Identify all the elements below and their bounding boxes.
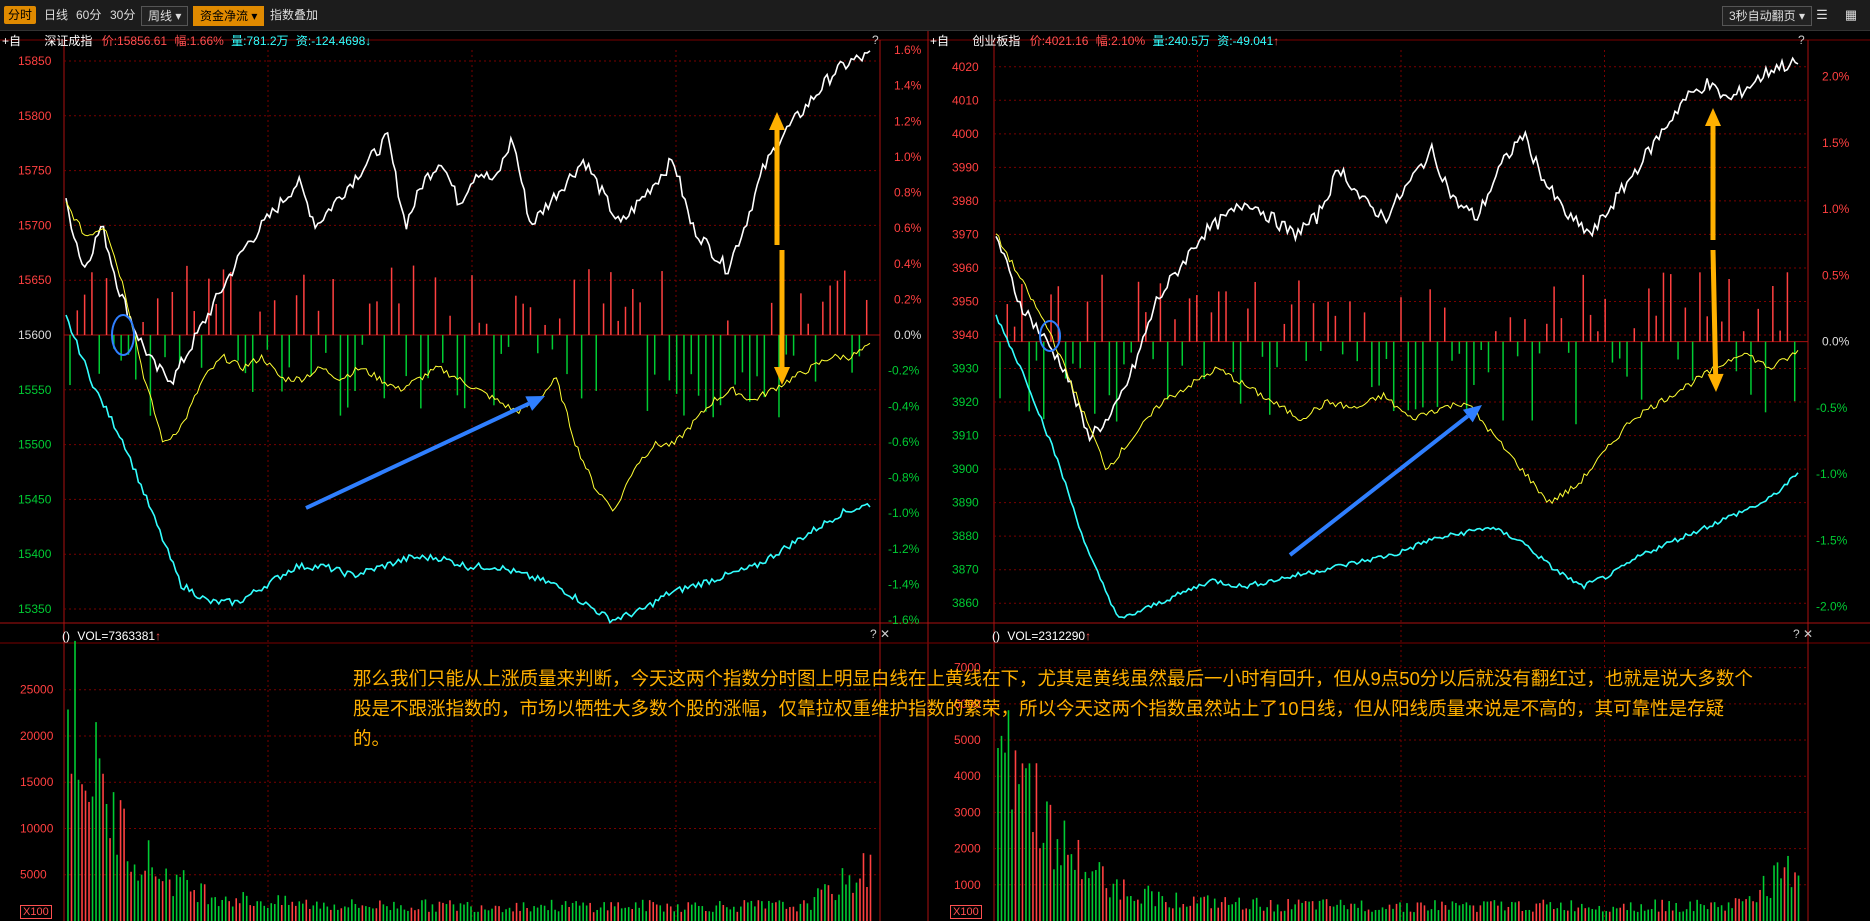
left-price: 价:15856.61	[101, 34, 168, 48]
right-vol-close-icon[interactable]: ? ✕	[1793, 627, 1813, 641]
left-help-icon[interactable]: ?	[872, 33, 879, 47]
right-vol-paren: ()	[992, 629, 1000, 643]
y-tick-label: 15600	[18, 328, 52, 342]
y-tick-label: 3980	[952, 194, 979, 208]
y-tick-label: 3870	[952, 563, 979, 577]
left-header: +自 深证成指 价:15856.61 幅:1.66% 量:781.2万 资:-1…	[2, 32, 371, 50]
pct-tick-label: 2.0%	[1822, 70, 1850, 84]
pct-tick-label: -0.2%	[888, 364, 920, 378]
pct-tick-label: -2.0%	[1816, 600, 1848, 614]
vol-tick-label: 20000	[20, 729, 54, 743]
pct-tick-label: 0.6%	[894, 221, 922, 235]
right-fund-arrow: ↑	[1273, 34, 1280, 48]
pct-tick-label: -1.5%	[1816, 533, 1848, 547]
y-tick-label: 15650	[18, 273, 52, 287]
y-tick-label: 15750	[18, 164, 52, 178]
y-tick-label: 3900	[952, 462, 979, 476]
left-vol-close-icon[interactable]: ? ✕	[870, 627, 890, 641]
y-tick-label: 3910	[952, 429, 979, 443]
annotation-text: 那么我们只能从上涨质量来判断，今天这两个指数分时图上明显白线在上黄线在下，尤其是…	[353, 668, 1753, 749]
left-change: 幅:1.66%	[174, 34, 224, 48]
vol-tick-label: 2000	[954, 842, 981, 856]
y-tick-label: 15850	[18, 54, 52, 68]
right-orange-arrow-down	[1710, 249, 1719, 375]
pct-tick-label: -0.8%	[888, 471, 920, 485]
pct-tick-label: -0.4%	[888, 399, 920, 413]
pct-tick-label: -1.4%	[888, 577, 920, 591]
vol-tick-label: 3000	[954, 805, 981, 819]
y-tick-label: 3930	[952, 362, 979, 376]
y-tick-label: 15700	[18, 218, 52, 232]
right-price: 价:4021.16	[1029, 34, 1089, 48]
right-index-name: 创业板指	[972, 34, 1021, 48]
y-tick-label: 15550	[18, 383, 52, 397]
y-tick-label: 15800	[18, 109, 52, 123]
y-tick-label: 3880	[952, 529, 979, 543]
vol-tick-label: 25000	[20, 683, 54, 697]
right-vol-unit: X100	[950, 905, 982, 919]
y-tick-label: 3890	[952, 496, 979, 510]
y-tick-label: 3970	[952, 227, 979, 241]
y-tick-label: 3920	[952, 395, 979, 409]
vol-tick-label: 10000	[20, 821, 54, 835]
y-tick-label: 15500	[18, 438, 52, 452]
pct-tick-label: 1.6%	[894, 43, 922, 57]
right-change: 幅:2.10%	[1095, 34, 1146, 48]
right-auto-button[interactable]: +自	[930, 34, 949, 48]
y-tick-label: 15400	[18, 547, 52, 561]
left-vol-label: VOL=7363381	[77, 629, 156, 643]
pct-tick-label: -1.0%	[1816, 467, 1848, 481]
y-tick-label: 15350	[18, 602, 52, 616]
left-volume: 量:781.2万	[231, 34, 289, 48]
left-vol-header: () VOL=7363381↑	[62, 627, 161, 645]
left-vol-arrow: ↑	[155, 629, 162, 643]
vol-tick-label: 4000	[954, 769, 981, 783]
pct-tick-label: 0.4%	[894, 257, 922, 271]
pct-tick-label: 1.4%	[894, 79, 922, 93]
pct-tick-label: 1.0%	[1822, 202, 1850, 216]
y-tick-label: 15450	[18, 492, 52, 506]
right-volume: 量:240.5万	[1152, 34, 1210, 48]
left-auto-button[interactable]: +自	[2, 34, 21, 48]
vol-tick-label: 5000	[20, 868, 47, 882]
pct-tick-label: 1.0%	[894, 150, 922, 164]
y-tick-label: 3960	[952, 261, 979, 275]
pct-tick-label: -1.6%	[888, 613, 920, 627]
left-vol-paren: ()	[62, 629, 70, 643]
right-header: +自 创业板指 价:4021.16 幅:2.10% 量:240.5万 资:-49…	[930, 32, 1279, 50]
pct-tick-label: 1.5%	[1822, 136, 1850, 150]
y-tick-label: 4000	[952, 127, 979, 141]
y-tick-label: 3860	[952, 596, 979, 610]
right-help-icon[interactable]: ?	[1798, 33, 1805, 47]
right-vol-arrow: ↑	[1085, 629, 1092, 643]
pct-tick-label: -0.6%	[888, 435, 920, 449]
vol-tick-label: 1000	[954, 878, 981, 892]
pct-tick-label: -1.2%	[888, 542, 920, 556]
y-tick-label: 3990	[952, 160, 979, 174]
y-tick-label: 4010	[952, 93, 979, 107]
pct-tick-label: -1.0%	[888, 506, 920, 520]
right-fund: 资:-49.041	[1217, 34, 1274, 48]
chart-canvas: 15850 15800 15750 15700 15650 15600 15550 15500…	[0, 31, 1870, 921]
pct-tick-label: 0.5%	[1822, 268, 1850, 282]
pct-tick-label: 0.8%	[894, 186, 922, 200]
left-fund-arrow: ↓	[365, 34, 372, 48]
pct-tick-label: -0.5%	[1816, 401, 1848, 415]
pct-tick-label: 1.2%	[894, 114, 922, 128]
pct-tick-label: 0.2%	[894, 292, 922, 306]
left-index-name: 深证成指	[44, 34, 93, 48]
y-tick-label: 3940	[952, 328, 979, 342]
pct-tick-label: 0.0%	[894, 328, 922, 342]
y-tick-label: 4020	[952, 60, 979, 74]
pct-tick-label: 0.0%	[1822, 335, 1850, 349]
y-tick-label: 3950	[952, 294, 979, 308]
right-vol-label: VOL=2312290	[1007, 629, 1086, 643]
left-fund: 资:-124.4698	[295, 34, 366, 48]
vol-tick-label: 15000	[20, 775, 54, 789]
left-vol-unit: X100	[20, 905, 52, 919]
right-vol-header: () VOL=2312290↑	[992, 627, 1091, 645]
